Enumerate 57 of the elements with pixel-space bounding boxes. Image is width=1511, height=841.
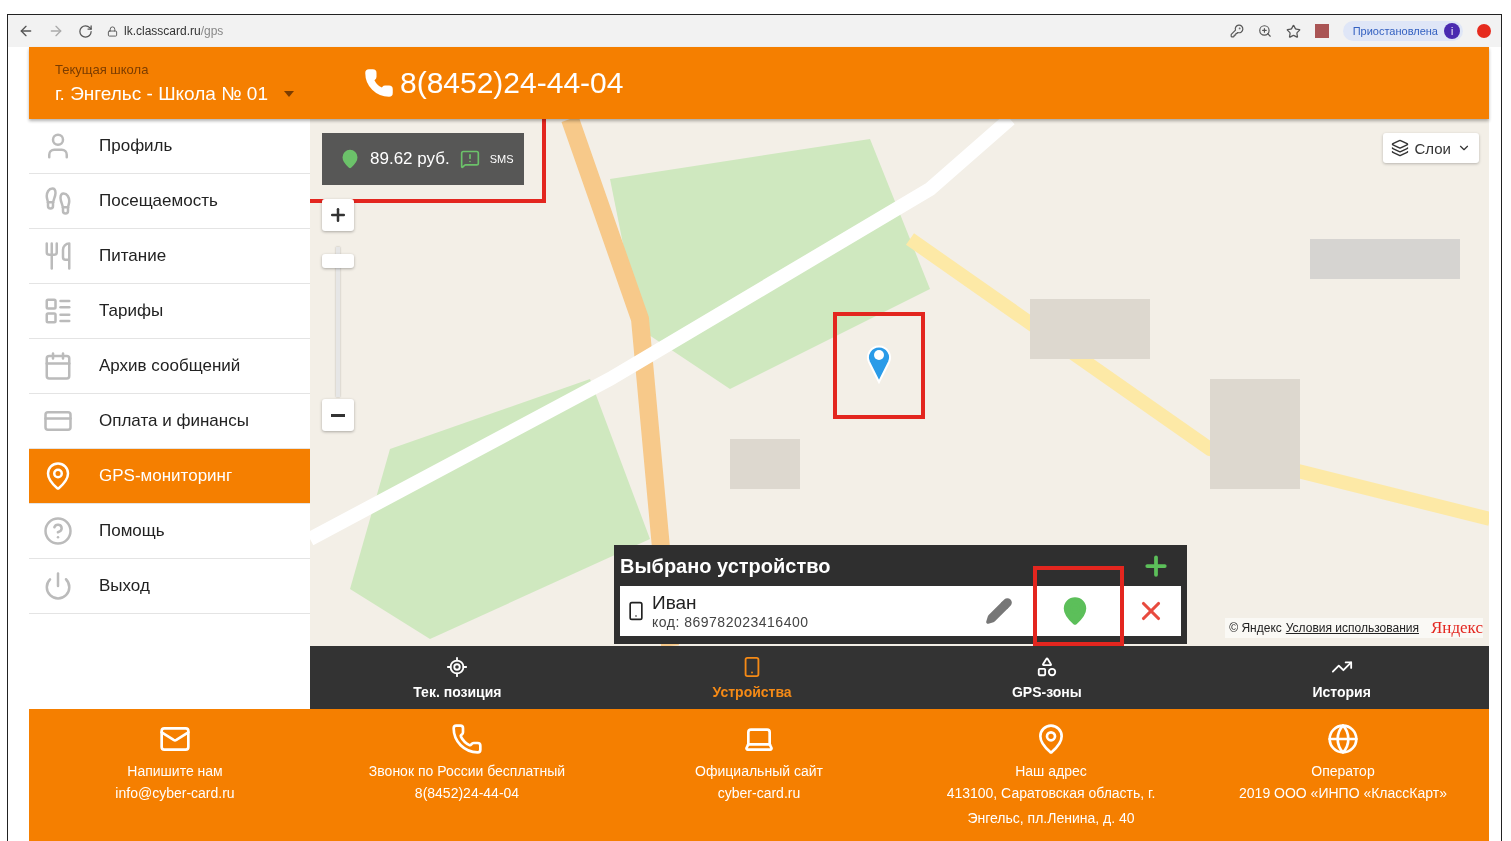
balance-amount: 89.62 руб. [370, 149, 450, 169]
profile-button[interactable]: Приостановлена i [1342, 21, 1463, 41]
device-name: Иван [652, 592, 698, 614]
footer-title: Официальный сайт [695, 763, 823, 779]
calendar-icon [43, 351, 73, 381]
nav-tab[interactable]: Устройства [604, 646, 900, 709]
panel-title: Выбрано устройство [620, 554, 831, 578]
bookmark-icon[interactable] [1285, 23, 1301, 39]
pencil-icon [985, 597, 1013, 625]
footer-title: Наш адрес [1015, 763, 1087, 779]
layers-button[interactable]: Слои [1382, 133, 1479, 163]
address-field[interactable]: lk.classcard.ru/gps [107, 24, 1216, 38]
footer-text: info@cyber-card.ru [115, 784, 235, 803]
location-marker-icon [866, 342, 892, 384]
map-logo: Яндекс [1431, 618, 1483, 638]
zoom-icon[interactable] [1257, 24, 1272, 38]
power-icon [43, 571, 73, 601]
school-label: Текущая школа [55, 61, 150, 77]
footer-title: Звонок по России бесплатный [368, 763, 566, 779]
terms-link[interactable]: Условия использования [1285, 621, 1419, 635]
footer-text: 413100, Саратовская область, г. Энгельс, пл.Ленина, д. 40 [945, 784, 1157, 828]
minus-icon [331, 413, 345, 417]
nav-tab[interactable]: История [1194, 646, 1489, 709]
reload-icon[interactable] [78, 23, 93, 39]
plus-icon [328, 205, 348, 225]
footer-text: cyber-card.ru [717, 784, 801, 803]
pin-icon [340, 149, 360, 169]
footer-title: Оператор [1311, 763, 1375, 779]
nav-tab[interactable]: GPS-зоны [899, 646, 1195, 709]
layers-icon [1390, 139, 1409, 157]
help-icon [43, 516, 73, 546]
list-icon [43, 296, 73, 326]
device-row[interactable]: Иван код: 869782023416400 [620, 586, 1181, 636]
zoom-out-button[interactable] [322, 399, 354, 431]
phone-icon [363, 68, 394, 98]
lock-icon [107, 25, 118, 37]
nav-tab[interactable]: Тек. позиция [310, 646, 605, 709]
caret-icon[interactable] [283, 90, 294, 97]
footer-text: 2019 ООО «ИНПО «КлассКарт» [1239, 784, 1447, 803]
phone-icon [626, 601, 646, 621]
footer-title: Напишите нам [127, 763, 223, 779]
utensils-icon [43, 241, 73, 271]
globe-icon [1327, 723, 1359, 755]
phone-number: 8(8452)24-44-04 [399, 66, 624, 100]
avatar: i [1444, 23, 1460, 39]
shapes-icon [1035, 655, 1058, 678]
key-icon[interactable] [1229, 24, 1244, 38]
device-code: код: 869782023416400 [652, 614, 810, 630]
copyright-text: © Яндекс [1229, 621, 1282, 635]
phone-icon [451, 723, 483, 755]
footer-text: 8(8452)24-44-04 [414, 784, 520, 803]
sms-label: SMS [489, 153, 514, 165]
target-icon [446, 655, 469, 678]
back-icon[interactable] [18, 23, 34, 39]
message-icon [459, 149, 480, 169]
zoom-slider[interactable] [322, 247, 354, 397]
zoom-in-button[interactable] [322, 199, 354, 231]
